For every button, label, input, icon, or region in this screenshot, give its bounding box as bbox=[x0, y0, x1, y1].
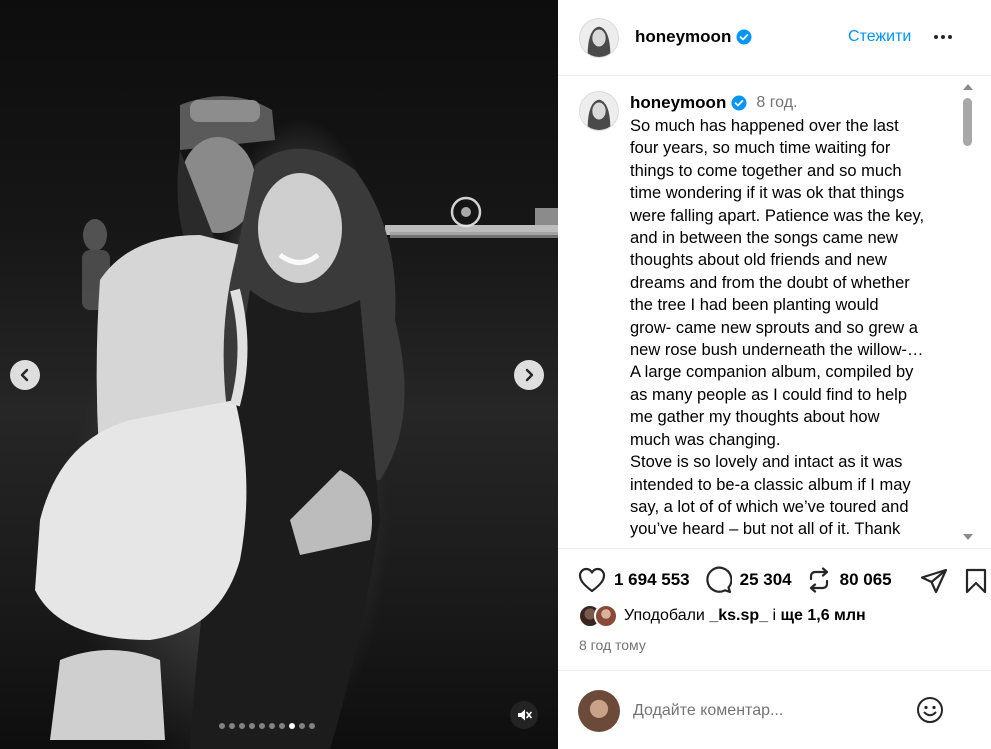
likes-count: 1 694 553 bbox=[614, 570, 690, 589]
carousel-dot bbox=[299, 723, 305, 729]
liker-avatar[interactable] bbox=[594, 604, 618, 628]
caption-author-avatar[interactable] bbox=[579, 91, 619, 131]
comments-count: 25 304 bbox=[739, 570, 792, 589]
carousel-dot bbox=[309, 723, 315, 729]
scroll-up-arrow[interactable] bbox=[963, 84, 973, 90]
comment-input[interactable] bbox=[633, 698, 903, 724]
caption-username[interactable]: honeymoon bbox=[630, 93, 726, 113]
next-slide-button[interactable] bbox=[514, 360, 544, 390]
more-options-icon[interactable] bbox=[931, 27, 955, 47]
carousel-dot bbox=[259, 723, 265, 729]
repost-button[interactable]: 80 065 bbox=[806, 567, 892, 593]
share-button[interactable] bbox=[920, 568, 948, 599]
emoji-icon bbox=[917, 697, 943, 723]
caption-line: dreams and from the doubt of whether bbox=[630, 273, 910, 292]
liked-by-conj: і bbox=[772, 607, 777, 624]
author-username[interactable]: honeymoon bbox=[635, 27, 731, 47]
caption-scroll-area[interactable]: honeymoon 8 год. So much has happened ov… bbox=[558, 77, 991, 547]
caption-line: time wondering if it was ok that things bbox=[630, 184, 905, 203]
like-button[interactable]: 1 694 553 bbox=[578, 567, 690, 593]
author-avatar[interactable] bbox=[579, 18, 619, 58]
carousel-dot bbox=[249, 723, 255, 729]
caption-line: me gather my thoughts about how bbox=[630, 408, 880, 427]
liker-avatars[interactable] bbox=[578, 604, 620, 628]
carousel-dot bbox=[289, 723, 295, 729]
liked-by-prefix: Уподобали bbox=[624, 607, 705, 624]
scroll-down-arrow[interactable] bbox=[963, 534, 973, 540]
chevron-left-icon bbox=[20, 368, 29, 382]
carousel-dot bbox=[269, 723, 275, 729]
post-header: honeymoon Стежити bbox=[558, 0, 991, 76]
current-user-avatar bbox=[578, 690, 620, 732]
carousel-dot bbox=[239, 723, 245, 729]
caption-line: as many people as I could find to help bbox=[630, 385, 908, 404]
reposts-count: 80 065 bbox=[839, 570, 892, 589]
post-photo bbox=[35, 96, 558, 749]
post-media[interactable] bbox=[0, 0, 558, 749]
caption-line: Stove is so lovely and intact as it was bbox=[630, 453, 903, 472]
carousel-dot bbox=[279, 723, 285, 729]
scrollbar-thumb[interactable] bbox=[963, 98, 972, 146]
caption-avatar-image bbox=[580, 92, 618, 130]
liked-by-line: Уподобали _ks.sp_ і ще 1,6 млн bbox=[578, 604, 866, 628]
muted-speaker-icon bbox=[518, 709, 532, 721]
save-button[interactable] bbox=[964, 568, 988, 599]
caption-scrollbar[interactable] bbox=[960, 84, 974, 546]
repost-icon bbox=[809, 567, 828, 593]
caption-line: A large companion album, compiled by bbox=[630, 363, 914, 382]
liked-by-others-link[interactable]: ще 1,6 млн bbox=[781, 607, 866, 625]
caption-line: new rose bush underneath the willow-… bbox=[630, 341, 924, 360]
author-avatar-image bbox=[580, 19, 618, 57]
caption-line: say, a lot of of which we’ve toured and bbox=[630, 497, 909, 516]
caption-username-row: honeymoon 8 год. bbox=[630, 93, 798, 113]
carousel-dot bbox=[229, 723, 235, 729]
emoji-button[interactable] bbox=[916, 696, 944, 729]
mute-toggle-button[interactable] bbox=[510, 701, 538, 729]
divider bbox=[558, 548, 991, 549]
caption-line: four years, so much time waiting for bbox=[630, 139, 891, 158]
verified-badge-icon bbox=[731, 95, 747, 111]
caption-time[interactable]: 8 год. bbox=[756, 94, 797, 112]
carousel-indicator bbox=[219, 723, 315, 729]
divider bbox=[558, 670, 991, 671]
verified-badge-icon bbox=[736, 29, 752, 45]
comment-button[interactable]: 25 304 bbox=[704, 566, 792, 594]
author-username-row[interactable]: honeymoon bbox=[635, 27, 752, 47]
caption-line: things to come together and so much bbox=[630, 161, 902, 180]
pier-lights bbox=[385, 196, 558, 238]
chevron-right-icon bbox=[525, 368, 534, 382]
caption-line: were falling apart. Patience was the key… bbox=[630, 206, 925, 225]
comment-bubble-icon bbox=[705, 566, 732, 594]
caption-line: much was changing. bbox=[630, 430, 781, 449]
caption-line: intended to be-a classic album if I may bbox=[630, 475, 911, 494]
caption-text: So much has happened over the last four y… bbox=[630, 115, 950, 541]
post-actions-bar: 1 694 553 25 304 80 065 bbox=[578, 564, 988, 596]
caption-line: you’ve heard – but not all of it. Thank bbox=[630, 520, 901, 539]
post-side-panel: honeymoon Стежити honeymoon 8 год. So mu… bbox=[558, 0, 991, 749]
caption-line: thoughts about old friends and new bbox=[630, 251, 887, 270]
heart-icon bbox=[578, 567, 606, 593]
carousel-dot bbox=[219, 723, 225, 729]
liked-by-user-link[interactable]: _ks.sp_ bbox=[709, 607, 768, 625]
caption-line: the tree I had been planting would bbox=[630, 296, 879, 315]
paper-plane-icon bbox=[920, 568, 948, 594]
previous-slide-button[interactable] bbox=[10, 360, 40, 390]
caption-line: and in between the songs came new bbox=[630, 229, 898, 248]
bookmark-icon bbox=[965, 568, 987, 594]
post-timestamp[interactable]: 8 год тому bbox=[579, 637, 646, 653]
caption-line: So much has happened over the last bbox=[630, 117, 899, 135]
caption-line: grow- came new sprouts and so grew a bbox=[630, 318, 918, 337]
add-comment-row bbox=[578, 690, 978, 732]
follow-button[interactable]: Стежити bbox=[848, 28, 911, 46]
